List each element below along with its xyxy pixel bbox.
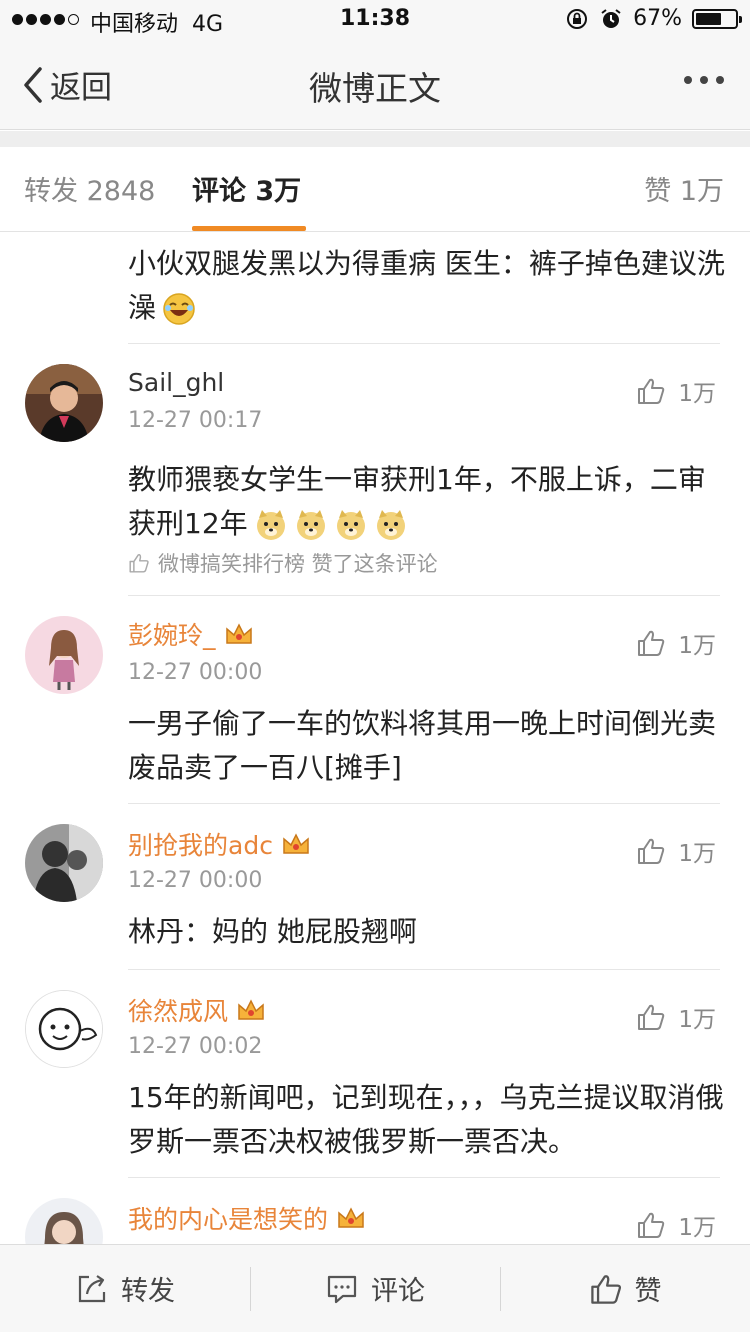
vip-crown-icon (338, 1207, 364, 1228)
comment-time: 12-27 00:17 (128, 408, 263, 433)
like-button[interactable]: 1万 (636, 1000, 716, 1034)
like-count: 1万 (678, 633, 716, 659)
vip-crown-icon (225, 623, 252, 644)
status-bar: 中国移动 4G 11:38 67% (0, 0, 750, 40)
comment-text: 15年的新闻吧，记到现在，，，乌克兰提议取消俄罗斯一票否决权被俄罗斯一票否决。 (128, 1081, 724, 1158)
more-icon[interactable] (684, 76, 724, 84)
like-count: 1万 (678, 381, 716, 407)
comment-item: 我的内心是想笑的 1万 (0, 1178, 750, 1244)
thumbs-up-icon (638, 630, 665, 656)
page-title: 微博正文 (309, 69, 441, 108)
nav-bar: 返回 微博正文 (0, 40, 750, 130)
like-count: 1万 (678, 1007, 716, 1033)
comment-time: 12-27 00:00 (128, 660, 263, 685)
comment-username[interactable]: Sail_ghl (128, 368, 224, 397)
comment-text: 林丹：妈的 她屁股翘啊 (128, 915, 417, 948)
thumbs-up-icon (638, 1004, 665, 1030)
like-button[interactable]: 1万 (636, 834, 716, 868)
like-button[interactable]: 1万 (636, 374, 716, 408)
tab-comment[interactable]: 评论 3万 (192, 169, 301, 208)
thumbs-up-icon (590, 1274, 621, 1304)
comment-button[interactable]: 评论 (250, 1245, 500, 1332)
comment-time: 12-27 00:00 (128, 868, 263, 893)
like-count: 1万 (678, 841, 716, 867)
comment-username[interactable]: 徐然成风 (128, 992, 266, 1028)
comment-text: 小伙双腿发黑以为得重病 医生：裤子掉色建议洗澡 (128, 247, 725, 325)
like-count: 1万 (678, 1215, 716, 1241)
avatar[interactable] (25, 1198, 103, 1244)
comment-item: 别抢我的adc 12-27 00:00 1万 林丹：妈的 她屁股翘啊 (0, 804, 750, 970)
comment-text: 一男子偷了一车的饮料将其用一晚上时间倒光卖废品卖了一百八[摊手] (128, 707, 717, 784)
tab-repost[interactable]: 转发 2848 (24, 169, 155, 208)
active-tab-indicator (192, 226, 306, 231)
author-liked-note: 微博搞笑排行榜 赞了这条评论 (128, 548, 438, 578)
comment-username[interactable]: 别抢我的adc (128, 826, 311, 862)
comment-item: 徐然成风 12-27 00:02 1万 15年的新闻吧，记到现在，，，乌克兰提议… (0, 970, 750, 1178)
comment-time: 12-27 00:02 (128, 1034, 263, 1059)
vip-crown-icon (238, 999, 264, 1020)
comment-username[interactable]: 我的内心是想笑的 (128, 1200, 366, 1236)
thumbs-up-icon (129, 554, 149, 573)
avatar[interactable] (25, 364, 103, 442)
avatar[interactable] (25, 616, 103, 694)
section-separator (0, 131, 750, 147)
rotation-lock-icon (567, 8, 588, 29)
doge-emoji-icon (248, 507, 408, 540)
thumbs-up-icon (638, 838, 665, 864)
tab-like[interactable]: 赞 1万 (644, 169, 724, 208)
repost-button[interactable]: 转发 (0, 1245, 250, 1332)
comment-text: 教师猥亵女学生一审获刑1年，不服上诉，二审获刑12年 (128, 463, 706, 540)
battery-percent: 67% (633, 6, 682, 31)
vip-crown-icon (283, 833, 309, 854)
comment-icon (327, 1275, 357, 1303)
comment-item: Sail_ghl 12-27 00:17 1万 教师猥亵女学生一审获刑1年，不服… (0, 344, 750, 596)
thumbs-up-icon (638, 378, 665, 404)
avatar[interactable] (25, 824, 103, 902)
laughing-emoji-icon (163, 293, 195, 325)
bottom-action-bar: 转发 评论 赞 (0, 1244, 750, 1332)
battery-icon (692, 8, 742, 29)
like-post-button[interactable]: 赞 (500, 1245, 750, 1332)
comment-item: 小伙双腿发黑以为得重病 医生：裤子掉色建议洗澡 (0, 232, 750, 344)
like-label: 赞 (634, 1276, 662, 1307)
tab-bar: 转发 2848 评论 3万 赞 1万 (0, 147, 750, 232)
like-button[interactable]: 1万 (636, 626, 716, 660)
comment-list[interactable]: 小伙双腿发黑以为得重病 医生：裤子掉色建议洗澡 Sail_ghl 12-27 0… (0, 232, 750, 1244)
avatar[interactable] (25, 990, 103, 1068)
comment-label: 评论 (371, 1276, 425, 1307)
repost-icon (78, 1274, 106, 1302)
like-button[interactable]: 1万 (636, 1208, 716, 1242)
repost-label: 转发 (121, 1276, 175, 1307)
alarm-icon (601, 8, 621, 28)
comment-username[interactable]: 彭婉玲_ (128, 616, 254, 652)
thumbs-up-icon (638, 1212, 665, 1238)
comment-item: 彭婉玲_ 12-27 00:00 1万 一男子偷了一车的饮料将其用一晚上时间倒光… (0, 596, 750, 804)
